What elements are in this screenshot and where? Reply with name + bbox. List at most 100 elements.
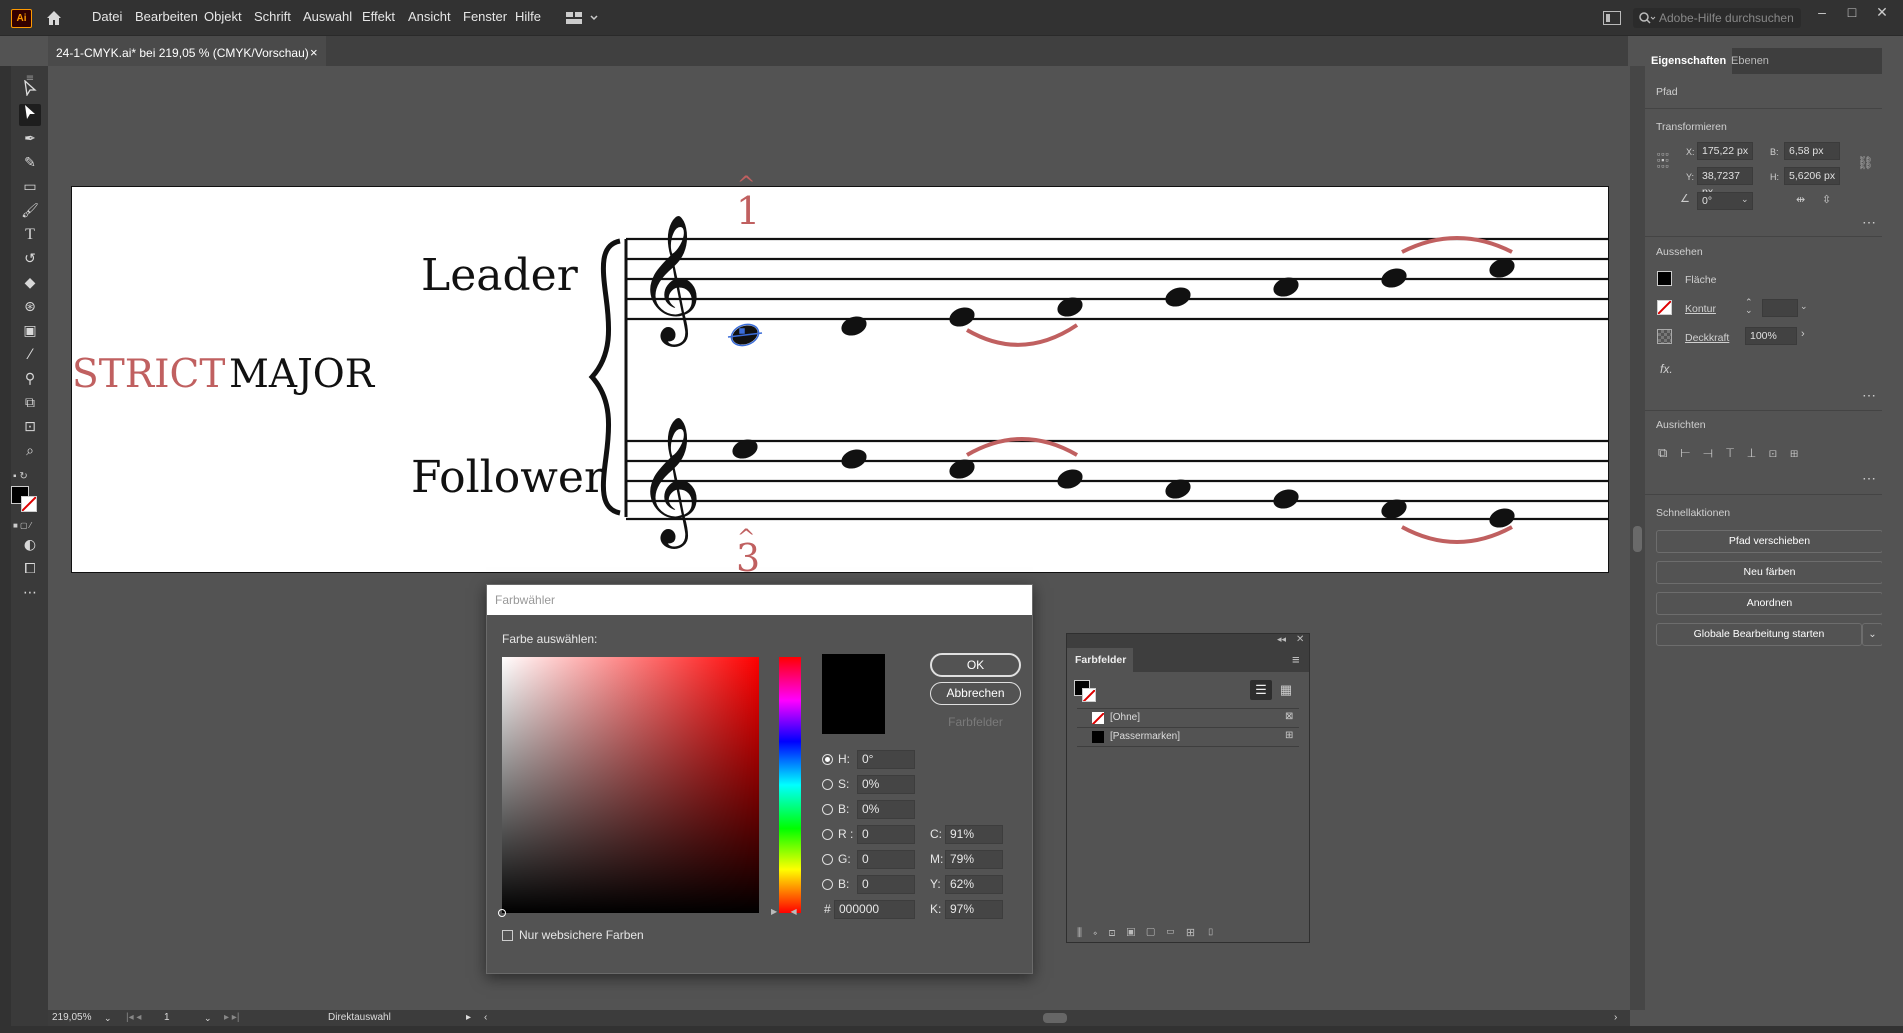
blend-tool-icon[interactable]: ⧉ xyxy=(19,392,41,414)
menu-datei[interactable]: Datei xyxy=(92,9,122,24)
transform-more-icon[interactable]: ⋯ xyxy=(1862,214,1877,231)
panel-close-icon[interactable]: ✕ xyxy=(1296,634,1304,645)
menu-auswahl[interactable]: Auswahl xyxy=(303,9,352,24)
h-field[interactable]: 5,6206 px xyxy=(1784,167,1840,185)
artboard-number[interactable]: 1 xyxy=(164,1010,170,1026)
swatches-tab[interactable]: Farbfelder xyxy=(1067,648,1133,672)
rectangle-tool-icon[interactable]: ▭ xyxy=(19,176,41,198)
zoom-level[interactable]: 219,05% xyxy=(52,1010,91,1026)
opacity-arrow-icon[interactable]: › xyxy=(1801,328,1805,340)
document-tab[interactable]: 24-1-CMYK.ai* bei 219,05 % (CMYK/Vorscha… xyxy=(48,36,326,66)
menu-fenster[interactable]: Fenster xyxy=(463,9,507,24)
stroke-weight-stepper[interactable]: ⌃ ⌄ xyxy=(1745,298,1753,315)
stroke-color-icon[interactable] xyxy=(21,496,37,512)
eyedropper-tool-icon[interactable]: ⁄ xyxy=(19,344,41,366)
gradient-tool-icon[interactable]: ▣ xyxy=(19,320,41,342)
global-edit-button[interactable]: Globale Bearbeitung starten xyxy=(1656,623,1862,646)
field-g[interactable]: 0 xyxy=(857,850,915,869)
screen-mode-icon[interactable]: ⧠ xyxy=(19,558,41,580)
color-field[interactable] xyxy=(498,657,759,917)
align-more-icon[interactable]: ⋯ xyxy=(1862,470,1877,487)
shape-builder-tool-icon[interactable]: ⚲ xyxy=(19,368,41,390)
radio-b[interactable] xyxy=(822,804,833,815)
document-tab-close[interactable]: × xyxy=(310,38,318,68)
y-field[interactable]: 38,7237 px xyxy=(1697,167,1753,198)
swatch-stroke-icon[interactable] xyxy=(1082,688,1096,702)
draw-mode-icon[interactable]: ◐ xyxy=(19,534,41,556)
pen-tool-icon[interactable]: ✒ xyxy=(19,128,41,150)
arrange-documents-icon[interactable] xyxy=(1603,11,1621,25)
eraser-tool-icon[interactable]: ◆ xyxy=(19,272,41,294)
stroke-weight-dropdown-icon[interactable]: ⌄ xyxy=(1800,301,1808,312)
vertical-scroll-thumb[interactable] xyxy=(1633,526,1642,552)
panel-collapse-arrows-icon[interactable]: ◂◂ xyxy=(1277,634,1286,645)
arrange-button[interactable]: Anordnen xyxy=(1656,592,1883,615)
direct-selection-tool-icon[interactable] xyxy=(19,104,41,126)
hue-slider-handle[interactable]: ▶ ◀ xyxy=(771,907,797,916)
swatches-footer-icons[interactable]: ⫼⋄⊡▣▢▭⊞▯ xyxy=(1067,924,1309,942)
artboard[interactable]: STRICT MAJOR Leader Follower ^ 1 ^ 3 𝄞 𝄞 xyxy=(71,173,1609,580)
color-field-cursor[interactable] xyxy=(498,909,506,917)
fx-icon[interactable]: fx. xyxy=(1660,362,1673,376)
zoom-dropdown-icon[interactable]: ⌄ xyxy=(104,1010,112,1026)
hex-field[interactable]: 000000 xyxy=(834,900,915,919)
menu-ansicht[interactable]: Ansicht xyxy=(408,9,451,24)
swatch-item-none[interactable]: [Ohne] ⊠ xyxy=(1077,709,1299,727)
field-s[interactable]: 0% xyxy=(857,775,915,794)
hscroll-right-icon[interactable]: › xyxy=(1614,1010,1617,1026)
stroke-weight-field[interactable] xyxy=(1762,299,1798,317)
field-r[interactable]: 0 xyxy=(857,825,915,844)
width-tool-icon[interactable]: ⊛ xyxy=(19,296,41,318)
websafe-checkbox[interactable] xyxy=(502,930,513,941)
flip-vertical-icon[interactable]: ⇳ xyxy=(1822,193,1831,206)
home-icon[interactable] xyxy=(44,8,64,28)
ok-button[interactable]: OK xyxy=(930,653,1021,677)
menu-bearbeiten[interactable]: Bearbeiten xyxy=(135,9,198,24)
w-field[interactable]: 6,58 px xyxy=(1784,142,1840,160)
menu-schrift[interactable]: Schrift xyxy=(254,9,291,24)
radio-r[interactable] xyxy=(822,829,833,840)
opacity-field[interactable]: 100% xyxy=(1745,327,1797,345)
stroke-swatch[interactable] xyxy=(1657,300,1672,315)
field-h[interactable]: 0° xyxy=(857,750,915,769)
color-mode-icons[interactable]: ■ ▢ ⁄ xyxy=(13,521,45,531)
type-tool-icon[interactable]: T xyxy=(19,224,41,246)
curvature-tool-icon[interactable]: ✎ xyxy=(19,152,41,174)
grid-view-icon[interactable]: ▦ xyxy=(1275,680,1297,700)
vertical-scrollbar[interactable] xyxy=(1630,66,1645,1010)
fill-swatch[interactable] xyxy=(1657,271,1672,286)
default-colors-icon[interactable]: ▪ ↻ xyxy=(13,471,45,485)
paintbrush-tool-icon[interactable]: 🖌 xyxy=(19,200,41,222)
angle-dropdown-icon[interactable]: ⌄ xyxy=(1741,194,1749,205)
radio-g[interactable] xyxy=(822,854,833,865)
radio-s[interactable] xyxy=(822,779,833,790)
field-y[interactable]: 62% xyxy=(945,875,1003,894)
artboard-nav-prev-icons[interactable]: |◂ ◂ xyxy=(126,1010,141,1026)
reference-point-icon[interactable]: ▫▫▫ ▫▪▫ ▫▫▫ xyxy=(1657,150,1675,171)
field-k[interactable]: 97% xyxy=(945,900,1003,919)
maximize-icon[interactable]: □ xyxy=(1838,4,1866,20)
workspace-switcher-icon[interactable] xyxy=(565,10,601,26)
field-b[interactable]: 0% xyxy=(857,800,915,819)
constrain-proportions-icon[interactable]: ⛓ xyxy=(1857,155,1874,171)
menu-objekt[interactable]: Objekt xyxy=(204,9,242,24)
close-window-icon[interactable]: ✕ xyxy=(1868,4,1896,21)
artboard-tool-icon[interactable]: ⊡ xyxy=(19,416,41,438)
flip-horizontal-icon[interactable]: ⇹ xyxy=(1796,193,1805,206)
menu-hilfe[interactable]: Hilfe xyxy=(515,9,541,24)
more-tools-icon[interactable]: ⋯ xyxy=(19,582,41,604)
radio-blue[interactable] xyxy=(822,879,833,890)
field-blue[interactable]: 0 xyxy=(857,875,915,894)
zoom-tool-icon[interactable]: ⌕ xyxy=(19,440,41,462)
status-menu-arrow-icon[interactable]: ▸ xyxy=(466,1010,471,1026)
appearance-more-icon[interactable]: ⋯ xyxy=(1862,387,1877,404)
hscroll-left-icon[interactable]: ‹ xyxy=(484,1010,487,1026)
align-buttons[interactable]: ⧉⊢⊣⊤⊥⊡⊞ xyxy=(1658,445,1878,463)
move-path-button[interactable]: Pfad verschieben xyxy=(1656,530,1883,553)
stroke-label[interactable]: Kontur xyxy=(1685,303,1716,315)
menu-effekt[interactable]: Effekt xyxy=(362,9,395,24)
opacity-label[interactable]: Deckkraft xyxy=(1685,332,1729,344)
hue-slider[interactable] xyxy=(779,657,801,913)
recolor-button[interactable]: Neu färben xyxy=(1656,561,1883,584)
artboard-dropdown-icon[interactable]: ⌄ xyxy=(204,1010,212,1026)
